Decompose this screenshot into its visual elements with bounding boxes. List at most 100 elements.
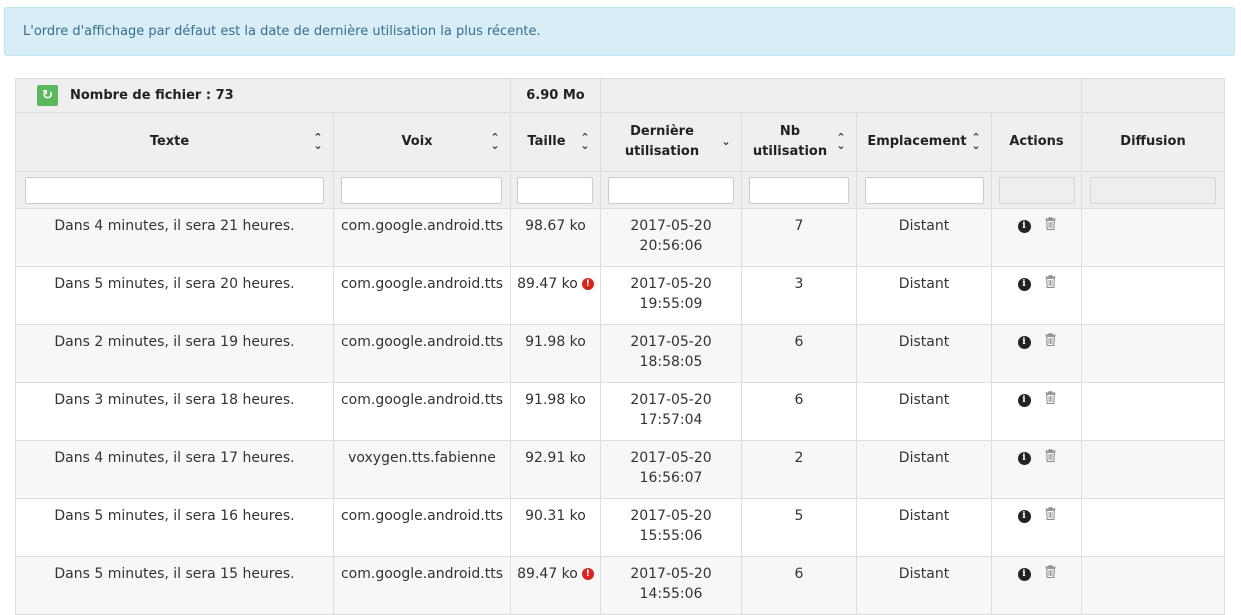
row-emplacement: Distant: [898, 218, 950, 234]
column-header-emplacement[interactable]: Emplacement ⌃ ⌄: [856, 112, 992, 172]
table-row: Dans 4 minutes, il sera 17 heures. voxyge…: [15, 440, 1225, 499]
row-date: 2017-05-20: [630, 218, 712, 234]
info-icon[interactable]: i: [1017, 277, 1031, 291]
row-nb: 3: [794, 276, 804, 292]
cell-nb-utilisation: 2: [741, 440, 857, 499]
row-taille: 92.91 ko: [525, 450, 586, 466]
cell-derniere-utilisation: 2017-05-20 16:56:07: [600, 440, 742, 499]
info-icon[interactable]: i: [1017, 567, 1031, 581]
cell-nb-utilisation: 5: [741, 498, 857, 557]
filter-cell-derniere: [600, 171, 742, 209]
table-row: Dans 5 minutes, il sera 20 heures. com.go…: [15, 266, 1225, 325]
cell-taille: 89.47 ko!: [510, 556, 601, 615]
filter-cell-emplacement: [856, 171, 992, 209]
cell-diffusion: [1081, 208, 1225, 267]
refresh-icon[interactable]: ↻: [37, 85, 58, 106]
cell-texte: Dans 5 minutes, il sera 16 heures.: [15, 498, 334, 557]
trash-icon[interactable]: [1045, 332, 1056, 352]
row-nb: 5: [794, 508, 804, 524]
row-voix: com.google.android.tts: [340, 508, 504, 524]
column-header-voix[interactable]: Voix ⌃ ⌄: [333, 112, 511, 172]
info-icon[interactable]: i: [1017, 393, 1031, 407]
trash-icon[interactable]: [1045, 390, 1056, 410]
column-header-diffusion: Diffusion: [1081, 112, 1225, 172]
row-emplacement: Distant: [898, 334, 950, 350]
row-taille: 89.47 ko: [517, 276, 578, 292]
info-icon[interactable]: i: [1017, 219, 1031, 233]
info-icon[interactable]: i: [1017, 451, 1031, 465]
filter-input-emplacement[interactable]: [865, 176, 984, 204]
column-header-nb-utilisation[interactable]: Nb utilisation ⌃ ⌄: [741, 112, 857, 172]
filter-input-actions-disabled: [999, 176, 1075, 204]
row-taille: 90.31 ko: [525, 508, 586, 524]
row-taille: 98.67 ko: [525, 218, 586, 234]
row-voix: com.google.android.tts: [340, 276, 504, 292]
cell-derniere-utilisation: 2017-05-20 15:55:06: [600, 498, 742, 557]
sort-both-icon: ⌃ ⌄: [313, 131, 323, 152]
cell-diffusion: [1081, 266, 1225, 325]
row-voix: com.google.android.tts: [340, 218, 504, 234]
cell-taille: 91.98 ko: [510, 324, 601, 383]
cell-diffusion: [1081, 440, 1225, 499]
cell-actions: i: [991, 324, 1082, 383]
cell-actions: i: [991, 382, 1082, 441]
row-time: 15:55:06: [639, 528, 703, 544]
row-emplacement: Distant: [898, 508, 950, 524]
column-label-derniere-line2: utilisation: [624, 144, 700, 159]
filter-input-derniere-utilisation[interactable]: [608, 176, 734, 204]
files-table: ↻ Nombre de fichier : 73 6.90 Mo Texte ⌃ ⌄…: [15, 78, 1225, 615]
row-date: 2017-05-20: [630, 450, 712, 466]
filter-input-texte[interactable]: [25, 176, 324, 204]
trash-icon[interactable]: [1045, 448, 1056, 468]
row-time: 20:56:06: [639, 238, 703, 254]
row-nb: 7: [794, 218, 804, 234]
trash-icon[interactable]: [1045, 564, 1056, 584]
cell-texte: Dans 3 minutes, il sera 18 heures.: [15, 382, 334, 441]
row-time: 19:55:09: [639, 296, 703, 312]
filter-input-voix[interactable]: [341, 176, 502, 204]
trash-icon[interactable]: [1045, 506, 1056, 526]
cell-voix: com.google.android.tts: [333, 266, 511, 325]
cell-texte: Dans 5 minutes, il sera 20 heures.: [15, 266, 334, 325]
column-header-texte[interactable]: Texte ⌃ ⌄: [15, 112, 334, 172]
cell-diffusion: [1081, 382, 1225, 441]
column-label-voix: Voix: [401, 134, 433, 149]
row-voix: com.google.android.tts: [340, 392, 504, 408]
row-nb: 6: [794, 334, 804, 350]
filter-input-taille[interactable]: [517, 176, 593, 204]
file-count-cell: ↻ Nombre de fichier : 73: [15, 78, 511, 113]
cell-actions: i: [991, 266, 1082, 325]
column-header-derniere-utilisation[interactable]: Dernière utilisation ⌄: [600, 112, 742, 172]
cell-actions: i: [991, 556, 1082, 615]
row-nb: 6: [794, 392, 804, 408]
cell-texte: Dans 4 minutes, il sera 21 heures.: [15, 208, 334, 267]
trash-icon[interactable]: [1045, 216, 1056, 236]
cell-texte: Dans 2 minutes, il sera 19 heures.: [15, 324, 334, 383]
row-time: 17:57:04: [639, 412, 703, 428]
row-taille: 89.47 ko: [517, 566, 578, 582]
column-header-taille[interactable]: Taille ⌃ ⌄: [510, 112, 601, 172]
row-date: 2017-05-20: [630, 508, 712, 524]
row-voix: voxygen.tts.fabienne: [348, 450, 496, 466]
cell-nb-utilisation: 6: [741, 382, 857, 441]
row-voix: com.google.android.tts: [340, 334, 504, 350]
info-icon[interactable]: i: [1017, 335, 1031, 349]
filter-input-nb-utilisation[interactable]: [749, 176, 849, 204]
cell-taille: 98.67 ko: [510, 208, 601, 267]
row-voix: com.google.android.tts: [340, 566, 504, 582]
row-emplacement: Distant: [898, 450, 950, 466]
total-size-cell: 6.90 Mo: [510, 78, 601, 113]
filter-cell-texte: [15, 171, 334, 209]
row-time: 16:56:07: [639, 470, 703, 486]
cell-texte: Dans 4 minutes, il sera 17 heures.: [15, 440, 334, 499]
cell-actions: i: [991, 498, 1082, 557]
cell-emplacement: Distant: [856, 556, 992, 615]
trash-icon[interactable]: [1045, 274, 1056, 294]
cell-derniere-utilisation: 2017-05-20 17:57:04: [600, 382, 742, 441]
info-icon[interactable]: i: [1017, 509, 1031, 523]
cell-diffusion: [1081, 556, 1225, 615]
filter-cell-taille: [510, 171, 601, 209]
cell-emplacement: Distant: [856, 440, 992, 499]
row-taille: 91.98 ko: [525, 392, 586, 408]
row-texte: Dans 5 minutes, il sera 15 heures.: [54, 566, 295, 582]
